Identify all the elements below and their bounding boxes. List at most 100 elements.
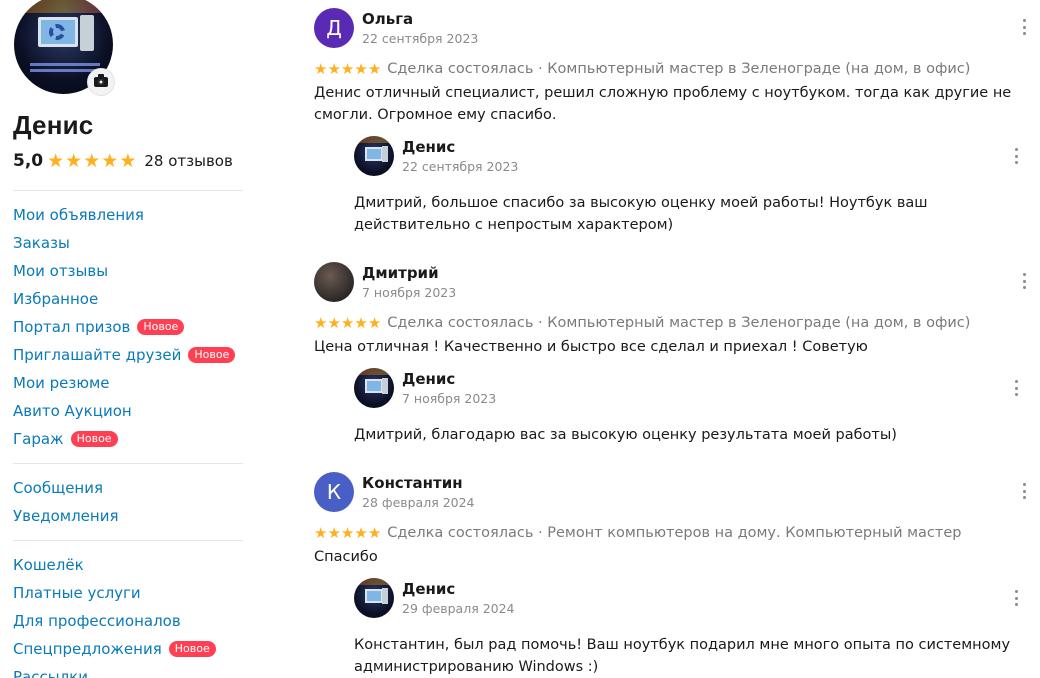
avatar[interactable]	[314, 262, 354, 302]
sidebar-item-label: Мои отзывы	[13, 262, 109, 280]
review-deal-info: Сделка состоялась · Компьютерный мастер …	[387, 61, 971, 77]
review-card: К Константин 28 февраля 2024 ★ ★ ★ ★ ★ Сделка со…	[314, 464, 1034, 678]
star-icon: ★	[101, 149, 119, 172]
sidebar-item[interactable]: Мои отзывы	[13, 257, 243, 285]
seller-reply: Денис 29 февраля 2024 Константин, был рад …	[354, 576, 1026, 678]
reply-date: 22 сентября 2023	[402, 159, 519, 174]
star-icon: ★	[340, 59, 355, 78]
profile-rating[interactable]: 5,0 ★ ★ ★ ★ ★ 28 отзывов	[13, 150, 243, 172]
star-icon: ★	[83, 149, 101, 172]
sidebar-item-label: Сообщения	[13, 479, 104, 497]
review-author[interactable]: Дмитрий	[362, 264, 439, 282]
review-meta: ★ ★ ★ ★ ★ Сделка состоялась · Компьютерный ма…	[314, 312, 1034, 334]
avatar[interactable]: Д	[314, 8, 354, 48]
profile-avatar-block	[13, 0, 115, 96]
sidebar-item[interactable]: Гараж Новое	[13, 425, 243, 453]
review-card: Дмитрий 7 ноября 2023 ★ ★ ★ ★ ★ Сделка состояла…	[314, 254, 1034, 446]
sidebar-item[interactable]: Мои резюме	[13, 369, 243, 397]
profile-sidebar: Денис 5,0 ★ ★ ★ ★ ★ 28 отзывов Мои объяв…	[13, 0, 243, 678]
reply-text: Константин, был рад помочь! Ваш ноутбук …	[354, 637, 1011, 675]
divider	[13, 463, 243, 464]
sidebar-item-label: Рассылки	[13, 668, 88, 678]
reply-text: Дмитрий, большое спасибо за высокую оцен…	[354, 195, 928, 233]
rating-stars: ★ ★ ★ ★ ★	[47, 149, 137, 172]
sidebar-item[interactable]: Авито Аукцион	[13, 397, 243, 425]
avatar[interactable]	[354, 136, 394, 176]
review-stars: ★ ★ ★ ★ ★	[314, 59, 382, 78]
seller-reply: Денис 22 сентября 2023 Дмитрий, большое сп…	[354, 134, 1026, 236]
menu-main: Мои объявления Заказы Мои отзывы Избранное П…	[13, 201, 243, 453]
star-icon: ★	[65, 149, 83, 172]
sidebar-item-label: Авито Аукцион	[13, 402, 132, 420]
sidebar-item-label: Для профессионалов	[13, 612, 181, 630]
review-deal-info: Сделка состоялась · Компьютерный мастер …	[387, 315, 971, 331]
avatar[interactable]	[354, 368, 394, 408]
sidebar-item[interactable]: Кошелёк	[13, 551, 243, 579]
new-badge: Новое	[137, 319, 185, 335]
seller-reply: Денис 7 ноября 2023 Дмитрий, благодарю вас…	[354, 366, 1026, 446]
sidebar-item[interactable]: Мои объявления	[13, 201, 243, 229]
sidebar-item[interactable]: Заказы	[13, 229, 243, 257]
change-photo-button[interactable]	[87, 68, 115, 96]
avatar-initial: К	[326, 480, 342, 504]
reviews-count-link[interactable]: 28 отзывов	[144, 152, 232, 170]
more-options-icon[interactable]	[1010, 148, 1022, 164]
sidebar-item[interactable]: Приглашайте друзей Новое	[13, 341, 243, 369]
menu-services: Кошелёк Платные услуги Для профессионалов С…	[13, 551, 243, 678]
sidebar-item[interactable]: Избранное	[13, 285, 243, 313]
review-author[interactable]: Константин	[362, 474, 463, 492]
sidebar-item[interactable]: Платные услуги	[13, 579, 243, 607]
star-icon: ★	[47, 149, 65, 172]
star-icon: ★	[314, 523, 328, 542]
reply-header: Денис 7 ноября 2023	[354, 366, 1026, 412]
sidebar-item[interactable]: Сообщения	[13, 474, 243, 502]
star-icon: ★	[314, 313, 328, 332]
review-meta: ★ ★ ★ ★ ★ Сделка состоялась · Ремонт компьюте…	[314, 522, 1034, 544]
sidebar-item[interactable]: Портал призов Новое	[13, 313, 243, 341]
review-meta: ★ ★ ★ ★ ★ Сделка состоялась · Компьютерный ма…	[314, 58, 1034, 80]
star-icon: ★	[354, 523, 368, 542]
sidebar-item-label: Платные услуги	[13, 584, 141, 602]
camera-icon	[94, 74, 108, 87]
new-badge: Новое	[188, 347, 236, 363]
avatar-initial: Д	[326, 16, 342, 40]
reply-header: Денис 22 сентября 2023	[354, 134, 1026, 180]
sidebar-item[interactable]: Уведомления	[13, 502, 243, 530]
divider	[13, 540, 243, 541]
sidebar-item[interactable]: Рассылки	[13, 663, 243, 678]
reply-author[interactable]: Денис	[402, 370, 455, 388]
sidebar-item-label: Заказы	[13, 234, 70, 252]
sidebar-item-label: Мои резюме	[13, 374, 110, 392]
review-header: К Константин 28 февраля 2024	[314, 464, 1034, 512]
new-badge: Новое	[70, 431, 118, 447]
profile-name: Денис	[13, 110, 94, 140]
star-icon: ★	[119, 149, 137, 172]
more-options-icon[interactable]	[1018, 19, 1030, 35]
star-icon: ★	[367, 59, 382, 78]
avatar[interactable]	[354, 578, 394, 618]
more-options-icon[interactable]	[1018, 273, 1030, 289]
more-options-icon[interactable]	[1010, 590, 1022, 606]
new-badge: Новое	[168, 641, 216, 657]
reply-author[interactable]: Денис	[402, 138, 455, 156]
star-icon: ★	[314, 59, 328, 78]
more-options-icon[interactable]	[1010, 380, 1022, 396]
reply-author[interactable]: Денис	[402, 580, 455, 598]
rating-value: 5,0	[13, 151, 44, 171]
more-options-icon[interactable]	[1018, 483, 1030, 499]
sidebar-item-label: Портал призов	[13, 318, 131, 336]
review-header: Дмитрий 7 ноября 2023	[314, 254, 1034, 302]
review-author[interactable]: Ольга	[362, 10, 413, 28]
reply-date: 29 февраля 2024	[402, 601, 515, 616]
review-date: 7 ноября 2023	[362, 285, 457, 300]
avatar[interactable]: К	[314, 472, 354, 512]
divider	[13, 190, 243, 191]
star-icon: ★	[354, 313, 368, 332]
sidebar-item-label: Уведомления	[13, 507, 119, 525]
sidebar-item[interactable]: Спецпредложения Новое	[13, 635, 243, 663]
review-text: Денис отличный специалист, решил сложную…	[314, 85, 1012, 123]
sidebar-item-label: Избранное	[13, 290, 99, 308]
review-text: Цена отличная ! Качественно и быстро все…	[314, 339, 868, 355]
reply-date: 7 ноября 2023	[402, 391, 497, 406]
sidebar-item[interactable]: Для профессионалов	[13, 607, 243, 635]
